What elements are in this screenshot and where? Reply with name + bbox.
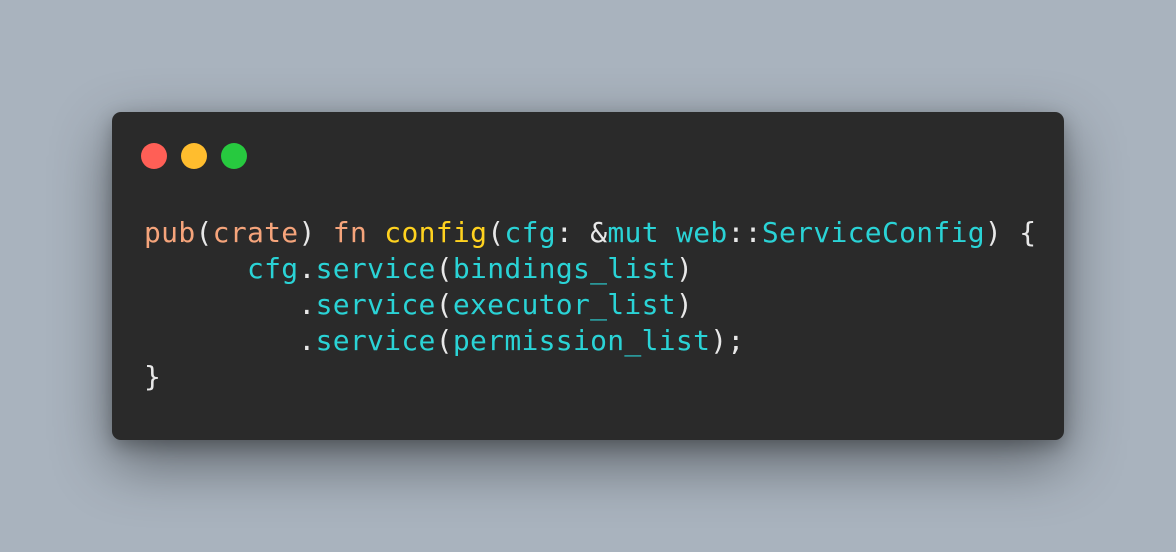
code-token: cfg [246,252,299,285]
code-line: .service(permission_list); [144,323,1036,359]
code-token: executor_list [452,288,676,321]
code-token: . [144,288,316,321]
code-token: fn [332,216,368,249]
code-token: web [676,216,728,249]
code-token: : & [555,216,608,249]
maximize-button[interactable] [221,143,247,169]
code-token: :: [727,216,762,249]
code-token: pub [144,216,196,249]
code-token: ); [710,324,745,357]
code-token: . [144,324,316,357]
code-token: config [384,216,488,249]
code-token: } [144,360,162,393]
code-block: pub(crate) fn config(cfg: &mut web::Serv… [144,215,1036,395]
code-line: cfg.service(bindings_list) [144,251,1036,287]
code-token: permission_list [452,324,711,357]
code-token: ( [487,216,505,249]
code-token: mut [607,216,659,249]
code-line: .service(executor_list) [144,287,1036,323]
code-token: ) [298,216,333,249]
code-token: ( [195,216,213,249]
code-token: service [315,324,436,357]
code-token: ( [435,288,453,321]
code-line: } [144,359,1036,395]
code-token: ( [435,324,453,357]
code-token: . [298,252,316,285]
code-window: pub(crate) fn config(cfg: &mut web::Serv… [112,112,1064,440]
code-token: ( [435,252,453,285]
code-line: pub(crate) fn config(cfg: &mut web::Serv… [144,215,1036,251]
code-token: ) [675,252,694,285]
code-token: service [315,288,436,321]
code-token: ServiceConfig [761,216,985,249]
code-token: ) { [984,216,1037,249]
code-token: bindings_list [452,252,676,285]
code-token: cfg [504,216,556,249]
code-token: service [315,252,436,285]
close-button[interactable] [141,143,167,169]
code-token: crate [212,216,299,249]
code-token: ) [675,288,694,321]
minimize-button[interactable] [181,143,207,169]
